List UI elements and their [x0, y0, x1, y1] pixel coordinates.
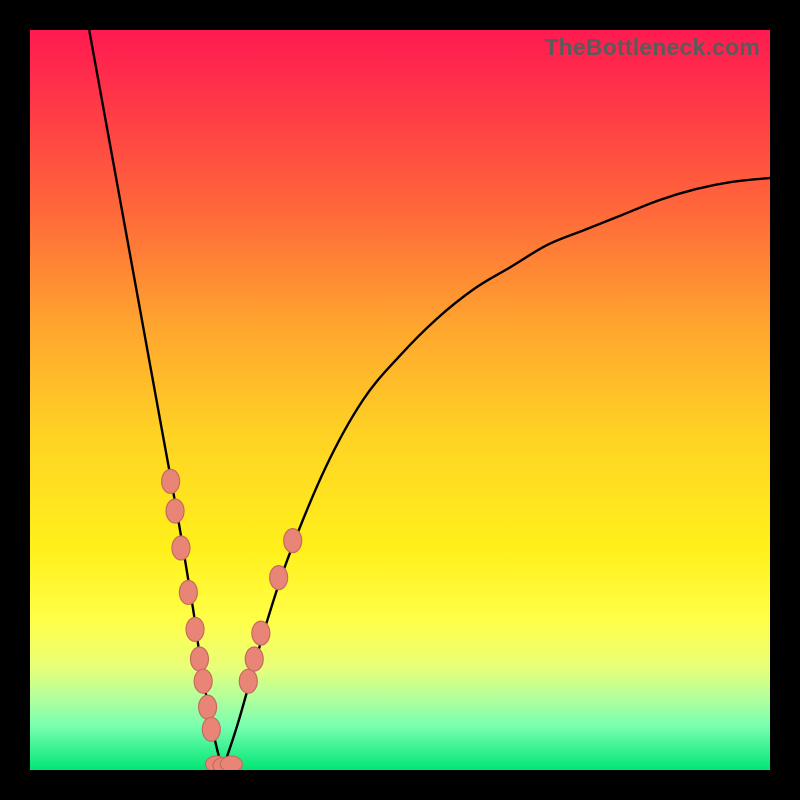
bead-right-2 [252, 621, 270, 645]
bead-right-4 [284, 529, 302, 553]
bead-left-7 [199, 695, 217, 719]
bead-left-1 [166, 499, 184, 523]
bead-group [162, 469, 302, 770]
bead-right-3 [270, 566, 288, 590]
bead-left-5 [190, 647, 208, 671]
plot-area: TheBottleneck.com [30, 30, 770, 770]
bead-left-8 [202, 717, 220, 741]
bead-left-3 [179, 580, 197, 604]
bead-left-2 [172, 536, 190, 560]
chart-frame: TheBottleneck.com [0, 0, 800, 800]
bead-left-4 [186, 617, 204, 641]
bead-left-0 [162, 469, 180, 493]
bead-right-1 [245, 647, 263, 671]
bottleneck-curve-right-branch [222, 178, 770, 770]
chart-svg [30, 30, 770, 770]
bead-right-0 [239, 669, 257, 693]
bead-trough-2 [220, 756, 242, 770]
bead-left-6 [194, 669, 212, 693]
